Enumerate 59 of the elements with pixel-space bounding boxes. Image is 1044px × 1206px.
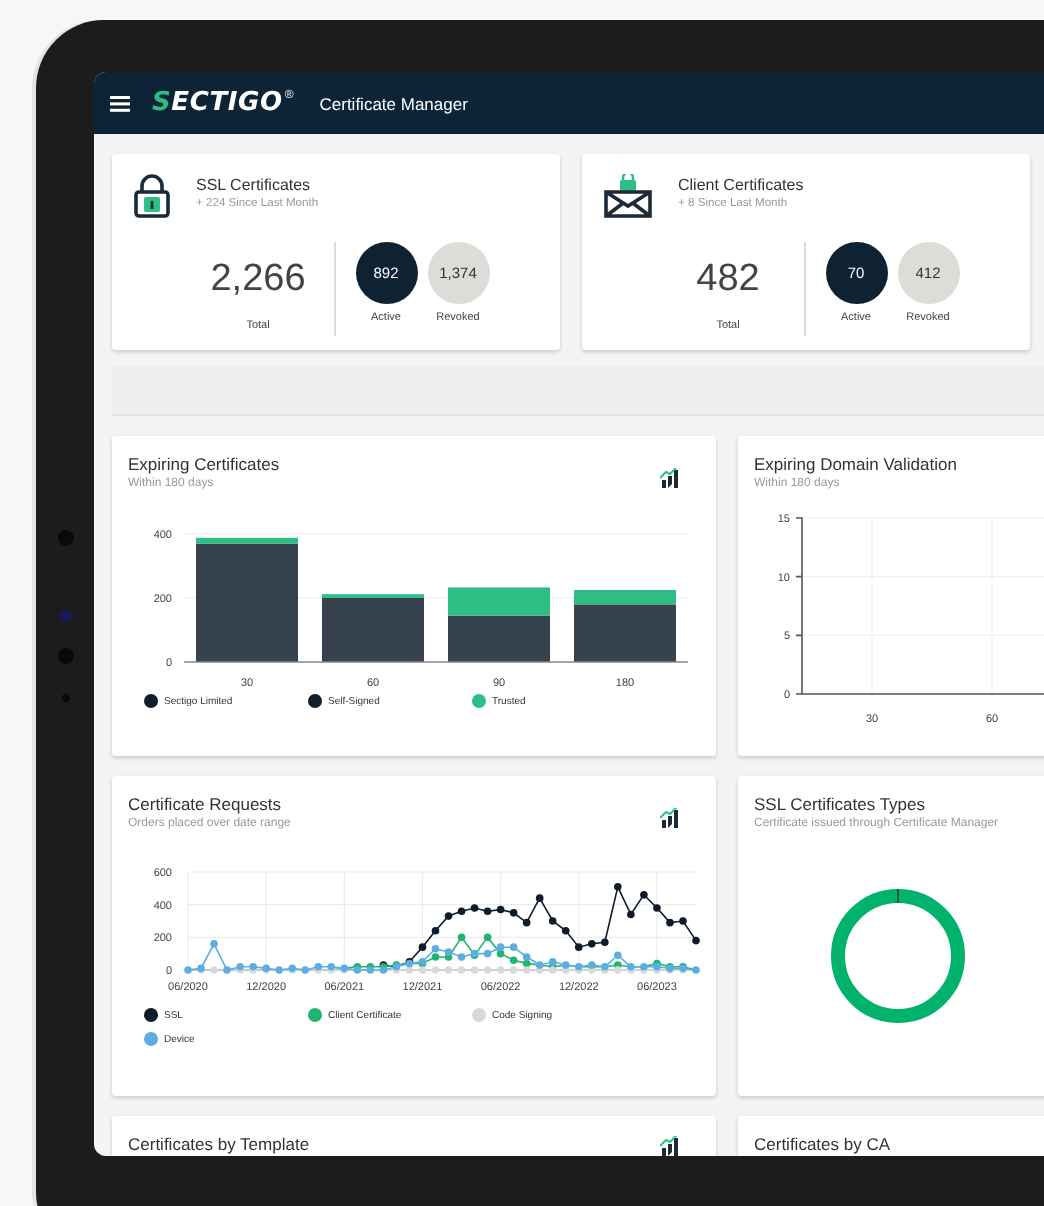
data-point — [223, 966, 231, 974]
data-point — [483, 907, 492, 915]
data-point — [535, 894, 544, 902]
data-point — [640, 891, 648, 899]
card-title: Certificate Requests — [128, 794, 284, 814]
card-title: Certificates by CA — [754, 1134, 891, 1154]
data-point — [301, 966, 310, 974]
data-point — [457, 966, 466, 974]
chart-icon[interactable] — [660, 1136, 680, 1156]
data-point — [470, 966, 479, 974]
data-point — [548, 917, 557, 925]
data-point — [666, 918, 674, 927]
data-point — [444, 966, 453, 974]
data-point — [679, 917, 687, 925]
card-title: Client Certificates — [678, 176, 804, 194]
data-point — [483, 949, 492, 958]
data-point — [184, 966, 192, 974]
envelope-lock-icon — [604, 174, 652, 218]
donut-chart-drawing — [828, 886, 968, 1026]
card-title: SSL Certificates — [196, 176, 313, 194]
data-point — [692, 966, 700, 974]
app-title: Certificate Manager — [319, 93, 468, 113]
chart-icon[interactable] — [660, 468, 680, 488]
data-point — [483, 966, 492, 974]
data-point — [457, 907, 466, 915]
data-point — [444, 912, 453, 920]
data-point — [653, 904, 661, 912]
total-count: 2,266 — [210, 258, 306, 302]
data-point — [431, 966, 440, 974]
data-point — [210, 966, 218, 974]
data-point — [457, 933, 466, 942]
data-point — [483, 933, 492, 942]
data-point — [614, 882, 622, 891]
data-point — [522, 918, 531, 927]
card-title: Expiring Domain Validation — [754, 454, 957, 474]
data-point — [275, 966, 283, 974]
total-count: 482 — [696, 258, 760, 302]
data-point — [588, 940, 596, 948]
data-point — [509, 943, 518, 951]
data-point — [457, 953, 466, 961]
chart-icon[interactable] — [660, 808, 680, 828]
data-point — [561, 927, 570, 935]
data-point — [431, 927, 440, 935]
logo: SECTIGO — [152, 88, 283, 118]
card-title: Expiring Certificates — [128, 454, 280, 474]
data-point — [496, 905, 505, 914]
menu-icon[interactable] — [110, 95, 130, 111]
data-point — [692, 936, 700, 945]
card-title: Certificates by Template — [128, 1134, 310, 1154]
data-point — [627, 910, 635, 919]
data-point — [509, 909, 518, 917]
data-point — [210, 940, 218, 948]
card-title: SSL Certificates Types — [754, 794, 928, 814]
data-point — [574, 943, 583, 951]
data-point — [601, 938, 609, 947]
data-point — [418, 943, 427, 951]
data-point — [470, 904, 479, 912]
data-point — [496, 966, 505, 974]
lock-icon — [134, 174, 170, 218]
